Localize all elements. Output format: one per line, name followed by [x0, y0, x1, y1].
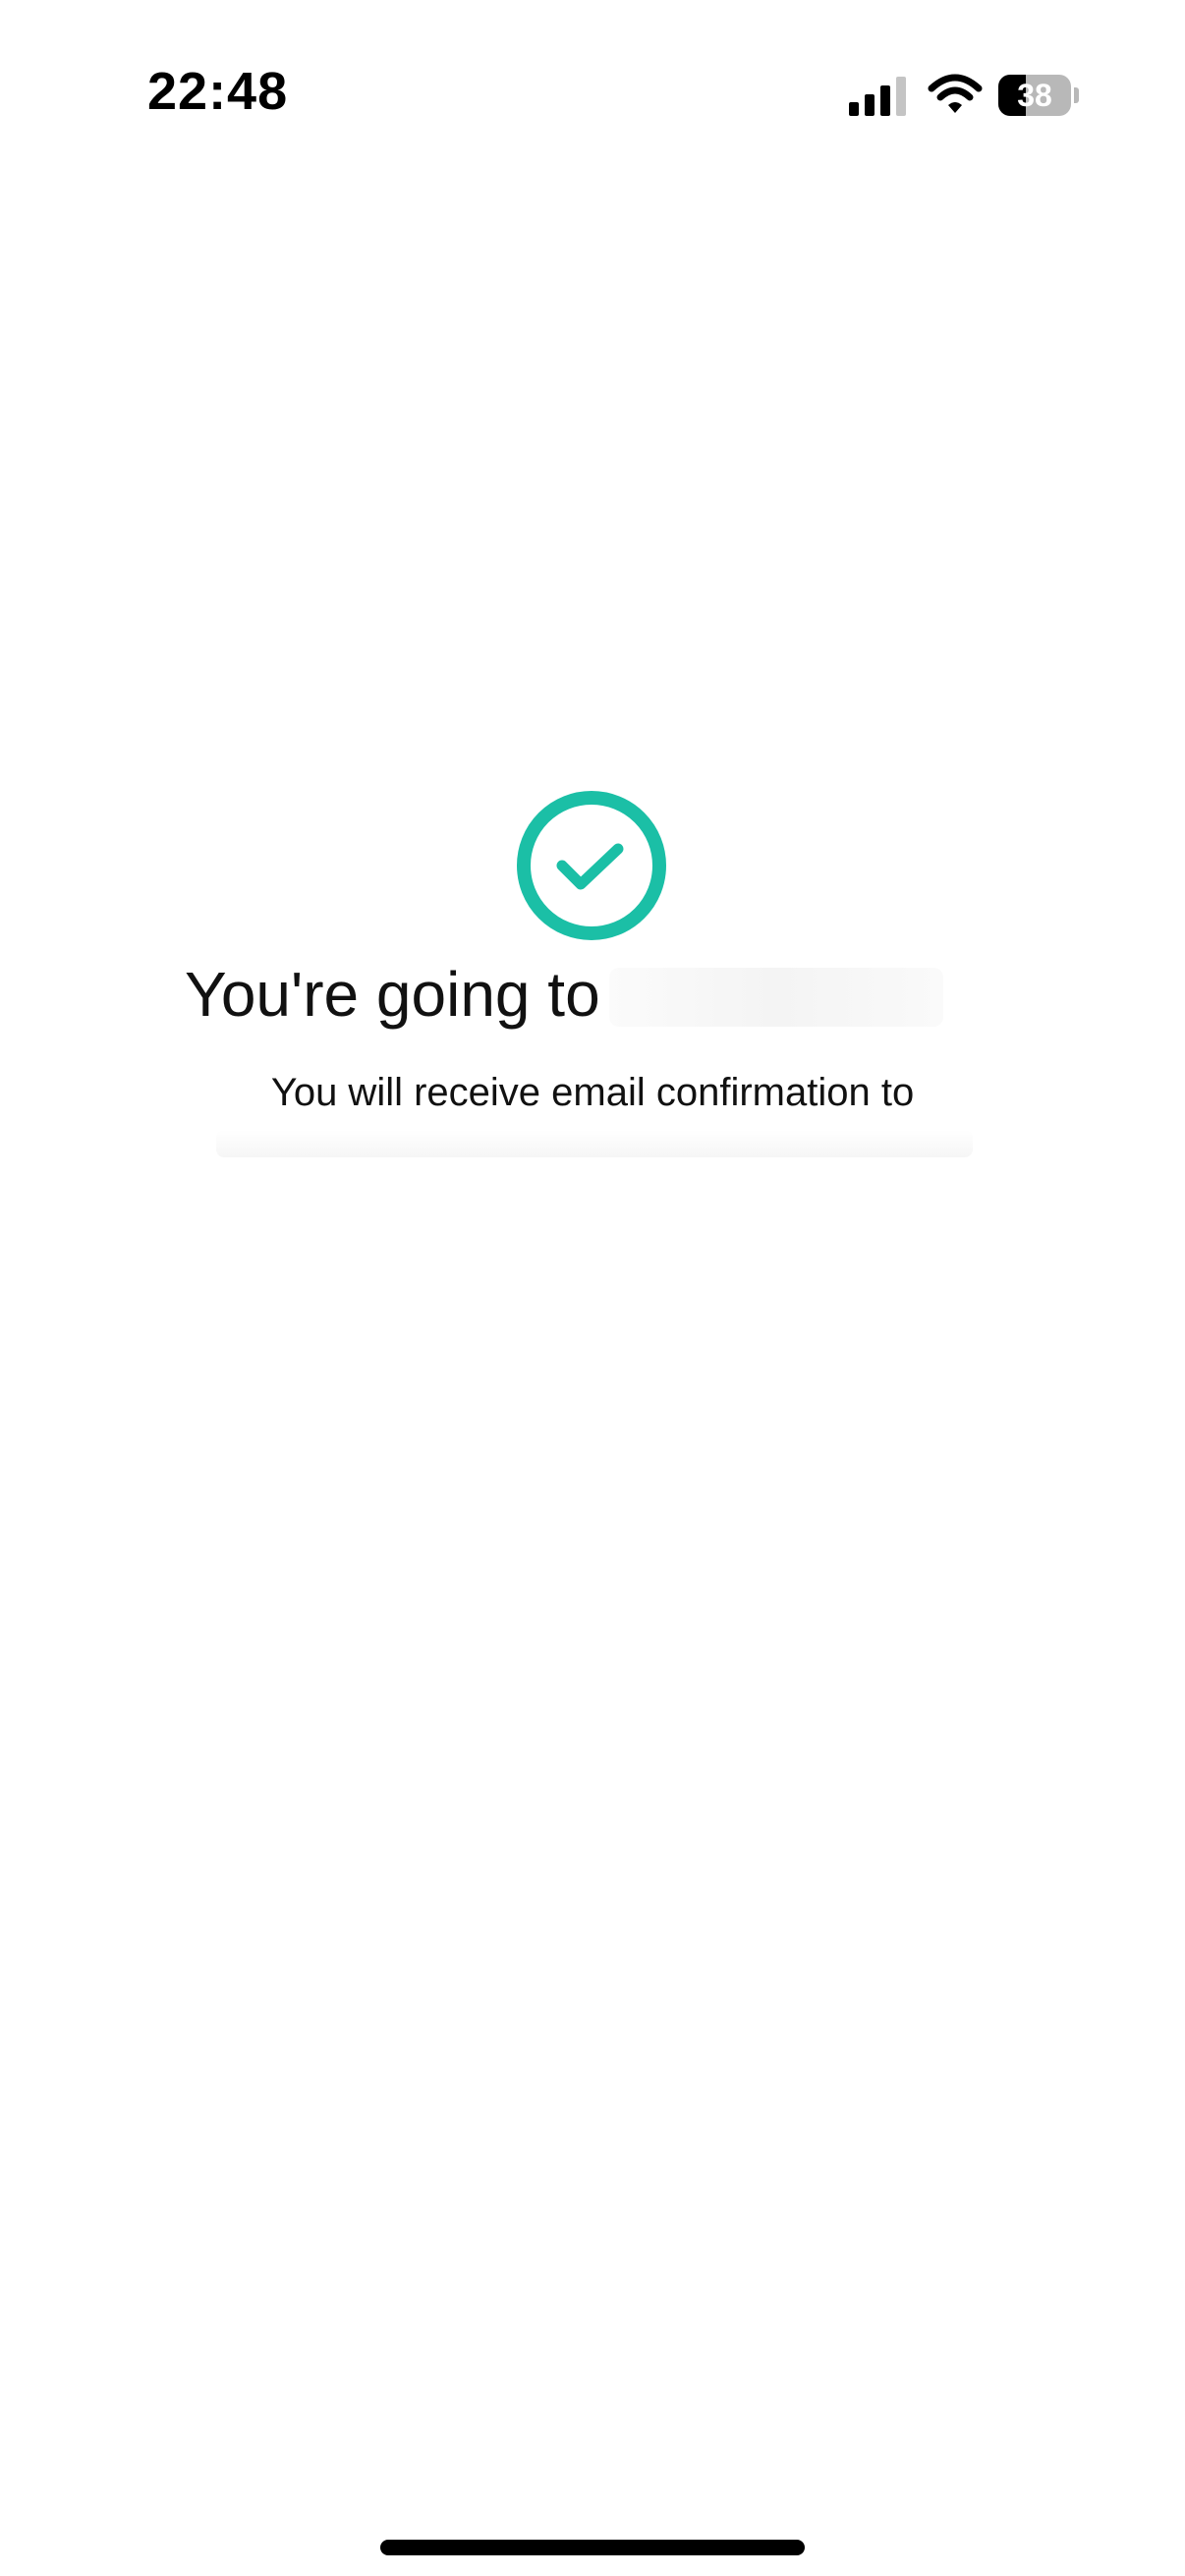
- wifi-icon: [928, 74, 983, 113]
- status-time: 22:48: [147, 62, 289, 121]
- redacted-email: [216, 1130, 973, 1157]
- confirmation-headline: You're going to: [0, 958, 1185, 1036]
- battery-cap: [1074, 87, 1079, 103]
- battery-icon: 38: [998, 75, 1081, 116]
- status-bar: 22:48 38: [0, 0, 1185, 187]
- battery-level: 38: [1017, 78, 1052, 113]
- confirmation-message: You will receive email confirmation to: [270, 1071, 915, 1114]
- redacted-destination: [609, 968, 943, 1027]
- battery-body: 38: [998, 75, 1071, 116]
- headline-text: You're going to: [185, 959, 600, 1030]
- home-indicator[interactable]: [380, 2540, 805, 2555]
- signal-icon: [849, 77, 906, 116]
- check-circle-icon: [517, 791, 666, 940]
